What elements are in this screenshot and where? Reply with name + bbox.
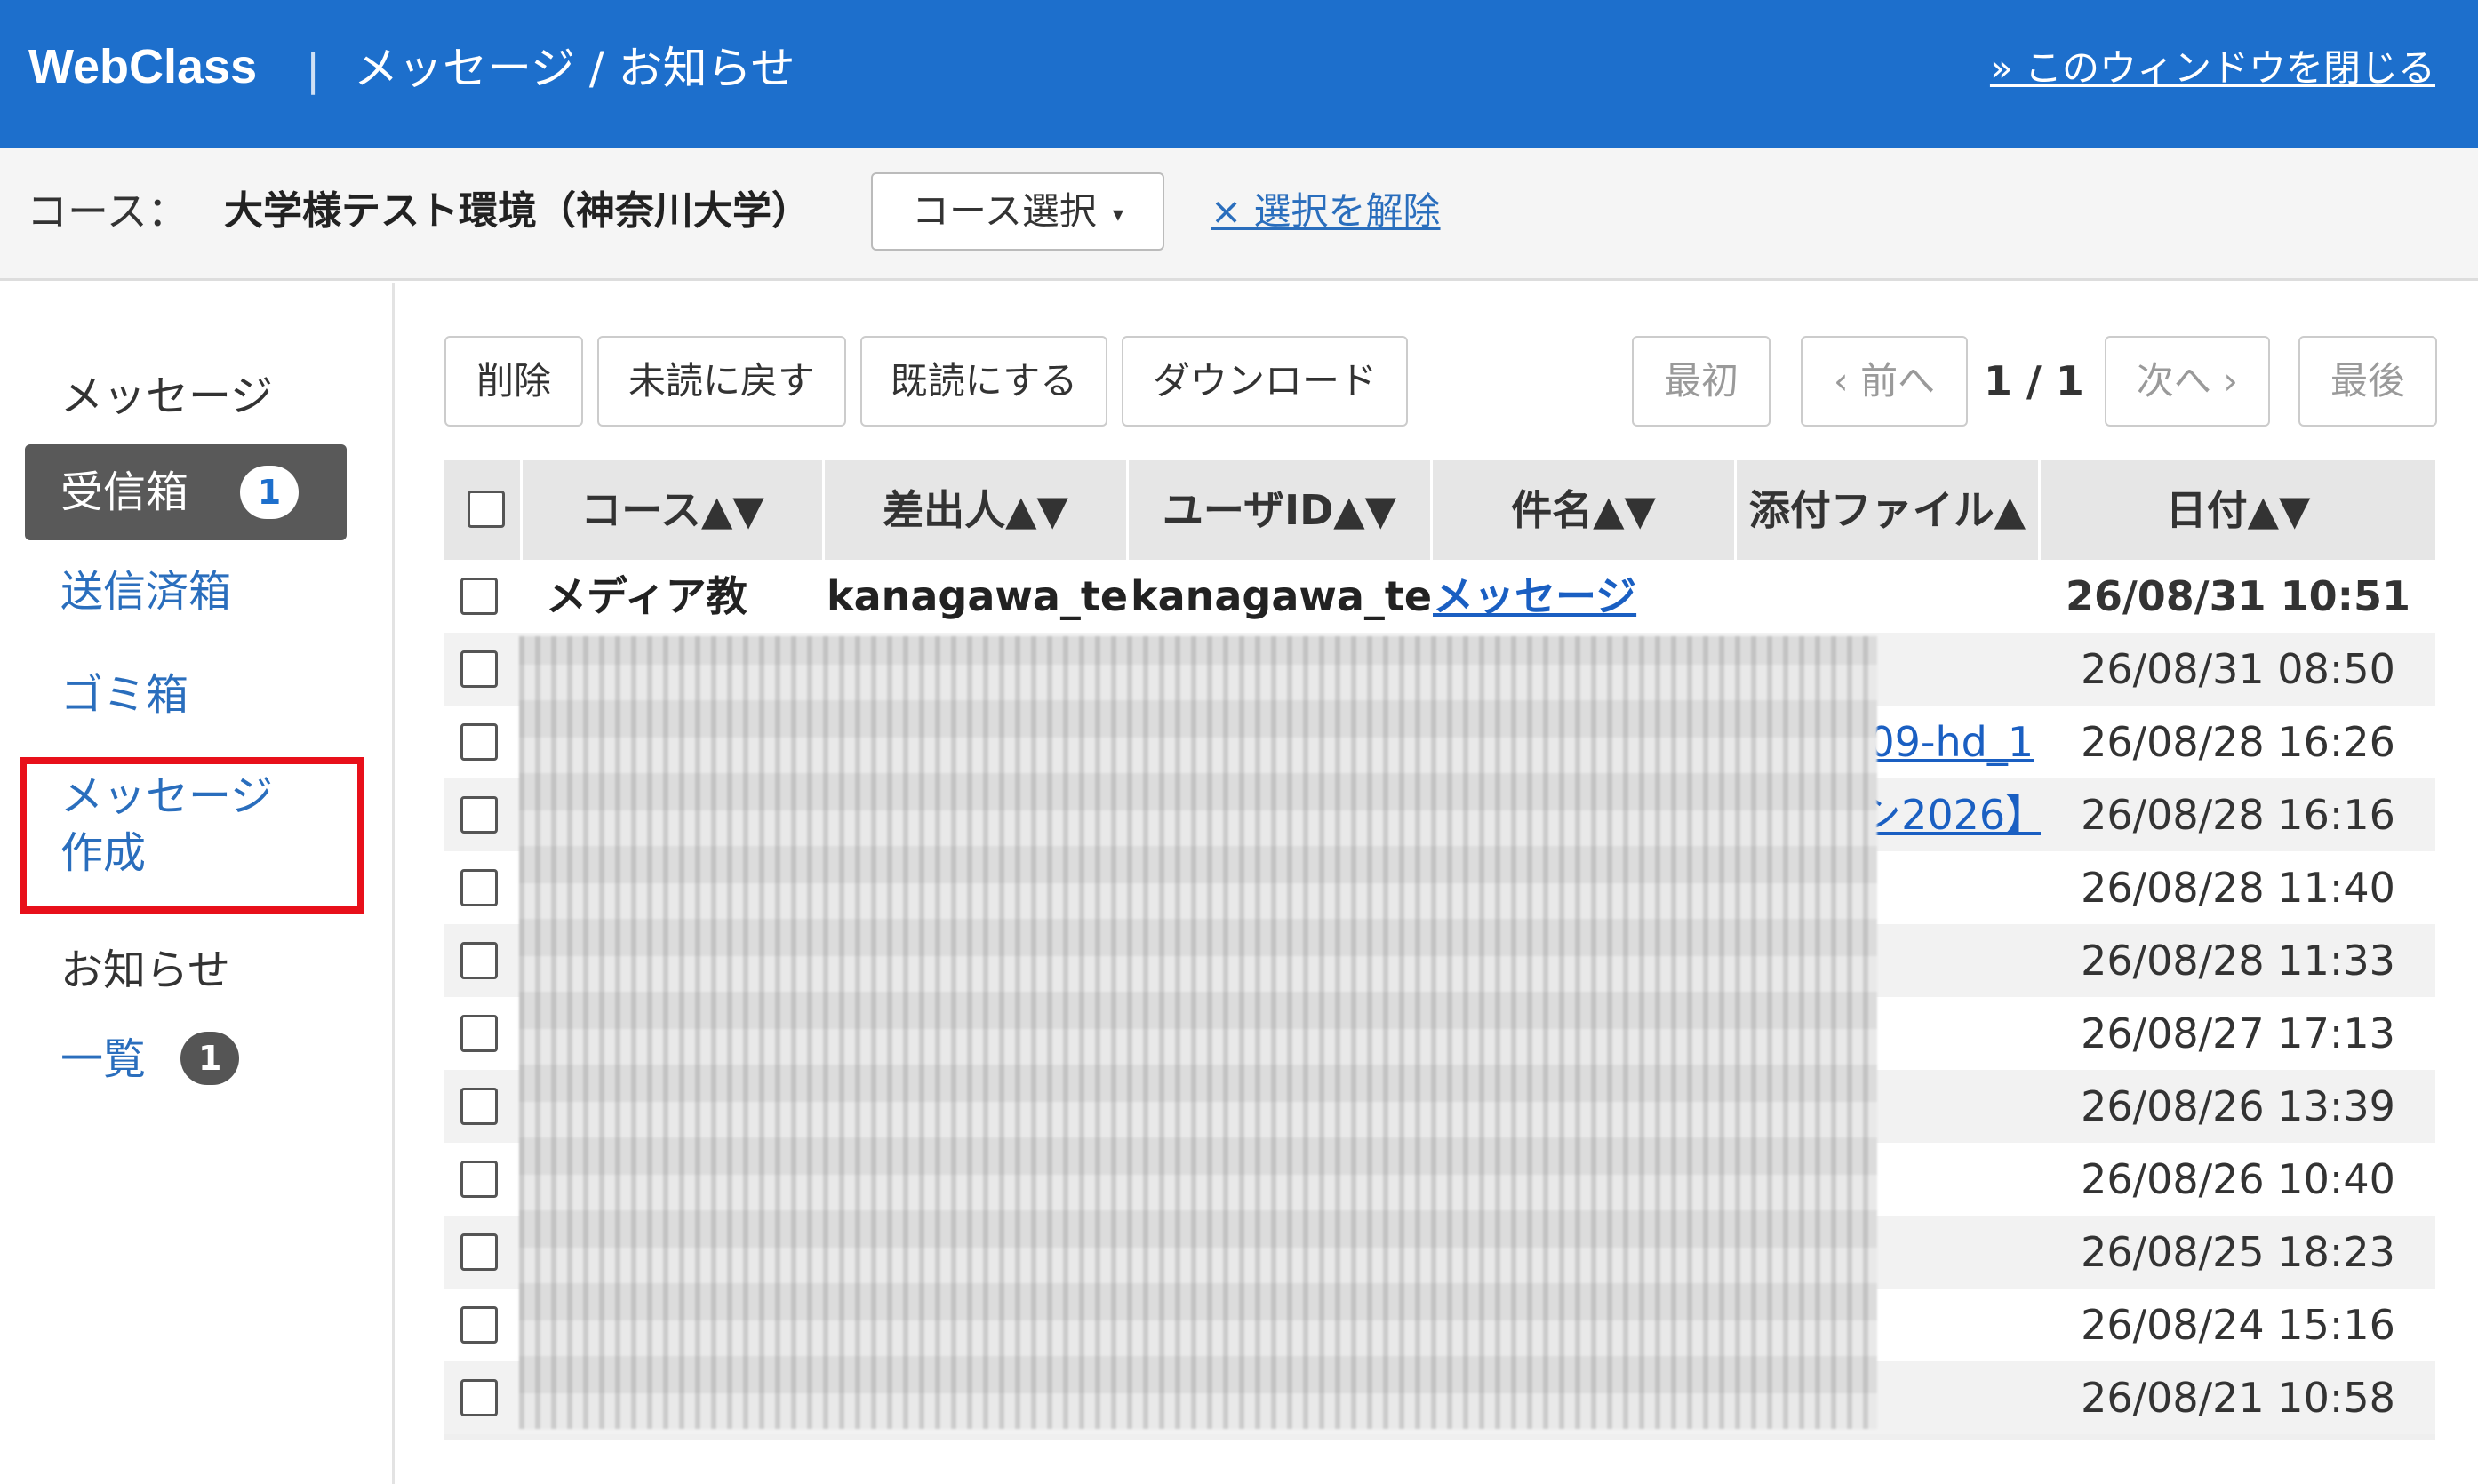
sender-cell: kanagawa_te: [827, 572, 1129, 620]
column-header-course[interactable]: コース▲▼: [523, 460, 825, 560]
date-cell: 26/08/25 18:23: [2081, 1228, 2395, 1276]
row-checkbox[interactable]: [460, 1306, 498, 1344]
download-button[interactable]: ダウンロード: [1122, 336, 1408, 427]
delete-button[interactable]: 削除: [444, 336, 583, 427]
date-cell: 26/08/24 15:16: [2081, 1301, 2395, 1349]
subject-link[interactable]: メッセージ: [1433, 560, 1735, 633]
clear-selection-link[interactable]: × 選択を解除: [1211, 183, 1441, 240]
sidebar-item-sent[interactable]: 送信済箱: [60, 563, 231, 620]
sidebar-item-inbox[interactable]: 受信箱 1: [25, 444, 347, 540]
header-separator: |: [306, 45, 321, 95]
row-checkbox[interactable]: [460, 1379, 498, 1416]
page-title: メッセージ / お知らせ: [354, 43, 795, 94]
pager-first-button[interactable]: 最初: [1632, 336, 1771, 427]
redacted-region: [519, 636, 1877, 1429]
sidebar-heading-notice: お知らせ: [60, 945, 231, 995]
course-select-label: コース選択: [912, 189, 1097, 233]
column-header-subject[interactable]: 件名▲▼: [1433, 460, 1737, 560]
table-header: コース▲▼ 差出人▲▼ ユーザID▲▼ 件名▲▼ 添付ファイル▲ 日付▲▼: [444, 460, 2435, 560]
sidebar-item-label: 一覧: [60, 1034, 147, 1084]
date-cell: 26/08/26 13:39: [2081, 1082, 2395, 1130]
column-header-userid[interactable]: ユーザID▲▼: [1129, 460, 1433, 560]
date-cell: 26/08/28 16:16: [2081, 791, 2395, 839]
pager-page-indicator: 1 / 1: [1984, 357, 2084, 405]
course-name: 大学様テスト環境（神奈川大学）: [224, 188, 811, 234]
inbox-unread-badge: 1: [240, 466, 299, 519]
row-checkbox[interactable]: [460, 1233, 498, 1271]
sidebar-item-label: 受信箱: [60, 467, 189, 517]
close-window-link[interactable]: » このウィンドウを閉じる: [1990, 37, 2435, 100]
row-checkbox[interactable]: [460, 942, 498, 979]
sidebar: メッセージ 受信箱 1 送信済箱 ゴミ箱 メッセージ 作成 お知らせ 一覧 1: [0, 283, 395, 1484]
date-cell: 26/08/31 08:50: [2081, 645, 2395, 693]
row-checkbox[interactable]: [460, 796, 498, 834]
sidebar-item-trash[interactable]: ゴミ箱: [60, 666, 188, 723]
date-cell: 26/08/28 16:26: [2081, 718, 2395, 766]
date-cell: 26/08/31 10:51: [2065, 572, 2411, 620]
pager-last-button[interactable]: 最後: [2298, 336, 2437, 427]
column-header-attachment[interactable]: 添付ファイル▲: [1737, 460, 2041, 560]
top-header-bar: WebClass | メッセージ / お知らせ » このウィンドウを閉じる: [0, 0, 2478, 148]
notice-count-badge: 1: [180, 1032, 240, 1085]
pager-prev-button[interactable]: ‹ 前へ: [1801, 336, 1968, 427]
date-cell: 26/08/28 11:40: [2081, 864, 2395, 912]
sidebar-item-notice-list[interactable]: 一覧 1: [60, 1031, 240, 1088]
row-checkbox[interactable]: [460, 1161, 498, 1198]
table-row: メディア教 kanagawa_te kanagawa_te メッセージ 26/08/31…: [444, 560, 2435, 633]
mark-read-button[interactable]: 既読にする: [860, 336, 1107, 427]
row-checkbox[interactable]: [460, 869, 498, 906]
row-checkbox[interactable]: [460, 723, 498, 761]
course-bar: コース： 大学様テスト環境（神奈川大学） コース選択 ▾ × 選択を解除: [0, 148, 2478, 281]
compose-label-line1: メッセージ: [60, 771, 274, 821]
row-checkbox[interactable]: [460, 650, 498, 688]
row-checkbox[interactable]: [460, 578, 498, 615]
select-all-cell: [444, 460, 523, 560]
app-logo: WebClass: [28, 40, 258, 93]
userid-cell: kanagawa_te: [1131, 572, 1433, 620]
pager-next-button[interactable]: 次へ ›: [2105, 336, 2270, 427]
date-cell: 26/08/21 10:58: [2081, 1374, 2395, 1422]
course-label: コース：: [27, 187, 188, 235]
date-cell: 26/08/27 17:13: [2081, 1009, 2395, 1057]
course-cell: メディア教: [546, 572, 747, 620]
column-header-date[interactable]: 日付▲▼: [2041, 460, 2435, 560]
chevron-down-icon: ▾: [1112, 201, 1123, 227]
select-all-checkbox[interactable]: [468, 491, 505, 528]
date-cell: 26/08/28 11:33: [2081, 937, 2395, 985]
attachment-link: [1739, 560, 2041, 633]
column-header-sender[interactable]: 差出人▲▼: [825, 460, 1129, 560]
row-checkbox[interactable]: [460, 1088, 498, 1125]
mark-unread-button[interactable]: 未読に戻す: [597, 336, 846, 427]
row-checkbox[interactable]: [460, 1015, 498, 1052]
sidebar-heading-message: メッセージ: [60, 371, 274, 421]
compose-label-line2: 作成: [60, 828, 147, 878]
sidebar-item-compose[interactable]: メッセージ 作成: [60, 768, 273, 882]
course-select-dropdown[interactable]: コース選択 ▾: [871, 172, 1164, 251]
date-cell: 26/08/26 10:40: [2081, 1155, 2395, 1203]
